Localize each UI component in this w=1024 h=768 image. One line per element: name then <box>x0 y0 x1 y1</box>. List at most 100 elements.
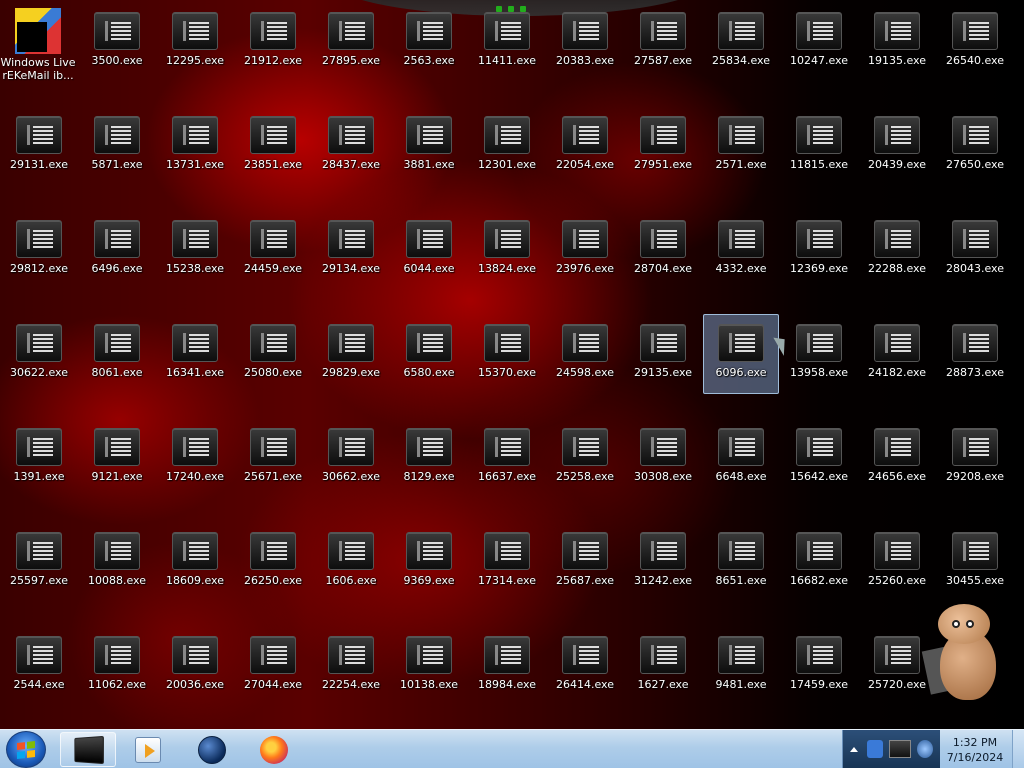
desktop-exe-icon[interactable]: 12301.exe <box>469 106 545 186</box>
desktop-exe-icon[interactable]: 2544.exe <box>1 626 77 706</box>
desktop-exe-icon[interactable]: 13824.exe <box>469 210 545 290</box>
bluetooth-icon[interactable] <box>867 740 883 758</box>
desktop-exe-icon[interactable]: 27650.exe <box>937 106 1013 186</box>
desktop-exe-icon[interactable]: 6648.exe <box>703 418 779 498</box>
desktop-exe-icon[interactable]: 30622.exe <box>1 314 77 394</box>
desktop-exe-icon[interactable]: 3881.exe <box>391 106 467 186</box>
desktop-exe-icon[interactable]: 17314.exe <box>469 522 545 602</box>
desktop-exe-icon[interactable]: 28437.exe <box>313 106 389 186</box>
desktop-exe-icon[interactable]: 15642.exe <box>781 418 857 498</box>
desktop-exe-icon[interactable]: 27587.exe <box>625 2 701 82</box>
desktop-exe-icon[interactable]: 11411.exe <box>469 2 545 82</box>
desktop-exe-icon[interactable]: 15370.exe <box>469 314 545 394</box>
desktop-exe-icon[interactable]: 9369.exe <box>391 522 467 602</box>
show-hidden-icons-icon[interactable] <box>850 747 858 752</box>
network-icon[interactable] <box>889 740 911 758</box>
desktop-exe-icon[interactable]: 24182.exe <box>859 314 935 394</box>
desktop-exe-icon[interactable]: 11815.exe <box>781 106 857 186</box>
desktop-exe-icon[interactable]: 6044.exe <box>391 210 467 290</box>
desktop-exe-icon[interactable]: 29135.exe <box>625 314 701 394</box>
start-button[interactable] <box>6 731 46 768</box>
desktop-exe-icon[interactable]: 27044.exe <box>235 626 311 706</box>
taskbar-media-player[interactable] <box>120 732 176 767</box>
desktop-exe-icon[interactable]: 15238.exe <box>157 210 233 290</box>
desktop-exe-icon[interactable]: 9121.exe <box>79 418 155 498</box>
desktop-exe-icon[interactable]: 20383.exe <box>547 2 623 82</box>
desktop-exe-icon[interactable]: 17459.exe <box>781 626 857 706</box>
desktop-exe-icon[interactable]: 13958.exe <box>781 314 857 394</box>
desktop-exe-icon[interactable]: 6096.exe <box>703 314 779 394</box>
desktop-exe-icon[interactable]: 13731.exe <box>157 106 233 186</box>
desktop-exe-icon[interactable]: 4332.exe <box>703 210 779 290</box>
taskbar-monitor-app[interactable] <box>60 732 116 767</box>
desktop-exe-icon[interactable]: 1391.exe <box>1 418 77 498</box>
desktop-exe-icon[interactable]: 27951.exe <box>625 106 701 186</box>
desktop-exe-icon[interactable]: 25260.exe <box>859 522 935 602</box>
desktop-exe-icon[interactable]: 25720.exe <box>859 626 935 706</box>
desktop-exe-icon[interactable]: 25687.exe <box>547 522 623 602</box>
desktop-exe-icon[interactable]: 17240.exe <box>157 418 233 498</box>
desktop-exe-icon[interactable]: 6580.exe <box>391 314 467 394</box>
desktop[interactable]: Windows Live rEKeMail ib... 3500.exe 1229… <box>0 0 1024 729</box>
desktop-exe-icon[interactable]: 3500.exe <box>79 2 155 82</box>
desktop-exe-icon[interactable]: 28873.exe <box>937 314 1013 394</box>
volume-icon[interactable] <box>917 740 933 758</box>
desktop-exe-icon[interactable]: 29829.exe <box>313 314 389 394</box>
desktop-exe-icon[interactable]: 19135.exe <box>859 2 935 82</box>
desktop-exe-icon[interactable]: 12295.exe <box>157 2 233 82</box>
desktop-exe-icon[interactable]: 18984.exe <box>469 626 545 706</box>
desktop-exe-icon[interactable]: 26540.exe <box>937 2 1013 82</box>
desktop-exe-icon[interactable]: 31242.exe <box>625 522 701 602</box>
desktop-exe-icon[interactable]: 22254.exe <box>313 626 389 706</box>
desktop-exe-icon[interactable]: 2563.exe <box>391 2 467 82</box>
desktop-exe-icon[interactable]: 23851.exe <box>235 106 311 186</box>
desktop-exe-icon[interactable]: 21912.exe <box>235 2 311 82</box>
desktop-exe-icon[interactable]: 20439.exe <box>859 106 935 186</box>
desktop-exe-icon[interactable]: 25597.exe <box>1 522 77 602</box>
desktop-exe-icon[interactable]: 24656.exe <box>859 418 935 498</box>
desktop-exe-icon[interactable]: 29812.exe <box>1 210 77 290</box>
show-desktop-button[interactable] <box>1012 730 1024 768</box>
taskbar-clock[interactable]: 1:32 PM 7/16/2024 <box>940 730 1010 768</box>
desktop-exe-icon[interactable]: 23976.exe <box>547 210 623 290</box>
desktop-exe-icon[interactable]: 9481.exe <box>703 626 779 706</box>
desktop-exe-icon[interactable]: 10138.exe <box>391 626 467 706</box>
desktop-exe-icon[interactable]: 28704.exe <box>625 210 701 290</box>
windows-live-mail-shortcut[interactable]: Windows Live rEKeMail ib... <box>0 4 76 90</box>
desktop-exe-icon[interactable]: 6496.exe <box>79 210 155 290</box>
desktop-exe-icon[interactable]: 29131.exe <box>1 106 77 186</box>
desktop-exe-icon[interactable]: 12369.exe <box>781 210 857 290</box>
desktop-exe-icon[interactable]: 11062.exe <box>79 626 155 706</box>
desktop-exe-icon[interactable]: 10247.exe <box>781 2 857 82</box>
desktop-exe-icon[interactable]: 30455.exe <box>937 522 1013 602</box>
desktop-exe-icon[interactable]: 16341.exe <box>157 314 233 394</box>
desktop-exe-icon[interactable]: 25671.exe <box>235 418 311 498</box>
desktop-exe-icon[interactable]: 24459.exe <box>235 210 311 290</box>
taskbar-firefox[interactable] <box>246 732 302 767</box>
desktop-exe-icon[interactable]: 1627.exe <box>625 626 701 706</box>
desktop-exe-icon[interactable]: 22288.exe <box>859 210 935 290</box>
desktop-exe-icon[interactable]: 30662.exe <box>313 418 389 498</box>
desktop-exe-icon[interactable]: 8129.exe <box>391 418 467 498</box>
desktop-exe-icon[interactable]: 29208.exe <box>937 418 1013 498</box>
desktop-exe-icon[interactable]: 25834.exe <box>703 2 779 82</box>
desktop-exe-icon[interactable]: 16637.exe <box>469 418 545 498</box>
desktop-exe-icon[interactable]: 27895.exe <box>313 2 389 82</box>
desktop-exe-icon[interactable]: 8651.exe <box>703 522 779 602</box>
desktop-exe-icon[interactable]: 29134.exe <box>313 210 389 290</box>
desktop-exe-icon[interactable]: 26250.exe <box>235 522 311 602</box>
desktop-exe-icon[interactable]: 25080.exe <box>235 314 311 394</box>
desktop-exe-icon[interactable]: 2571.exe <box>703 106 779 186</box>
desktop-exe-icon[interactable]: 28043.exe <box>937 210 1013 290</box>
desktop-exe-icon[interactable]: 22054.exe <box>547 106 623 186</box>
desktop-exe-icon[interactable]: 30308.exe <box>625 418 701 498</box>
desktop-exe-icon[interactable]: 18609.exe <box>157 522 233 602</box>
desktop-exe-icon[interactable]: 1606.exe <box>313 522 389 602</box>
desktop-exe-icon[interactable]: 25258.exe <box>547 418 623 498</box>
taskbar-globe-app[interactable] <box>184 732 240 767</box>
hamster-gadget-icon[interactable] <box>921 600 1006 705</box>
desktop-exe-icon[interactable]: 8061.exe <box>79 314 155 394</box>
desktop-exe-icon[interactable]: 26414.exe <box>547 626 623 706</box>
desktop-exe-icon[interactable]: 10088.exe <box>79 522 155 602</box>
desktop-exe-icon[interactable]: 24598.exe <box>547 314 623 394</box>
